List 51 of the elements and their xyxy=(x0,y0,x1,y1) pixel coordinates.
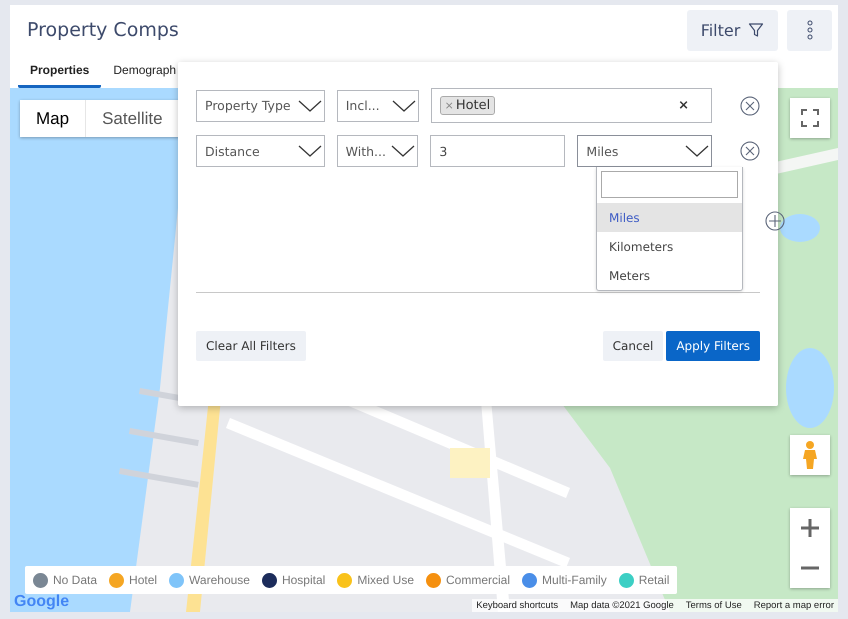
field-dropdown[interactable]: Property Type xyxy=(196,90,325,122)
legend-label: Retail xyxy=(638,573,670,587)
fullscreen-button[interactable] xyxy=(790,98,830,138)
unit-dropdown[interactable]: Miles xyxy=(577,135,712,167)
minus-icon xyxy=(801,566,819,570)
remove-icon[interactable] xyxy=(740,96,760,116)
menu-option[interactable]: Meters xyxy=(597,261,742,290)
remove-icon[interactable] xyxy=(740,141,760,161)
legend-label: Hospital xyxy=(282,573,326,587)
legend-label: Hotel xyxy=(129,573,158,587)
attribution-link[interactable]: Terms of Use xyxy=(686,600,742,611)
attribution-link[interactable]: Report a map error xyxy=(754,600,834,611)
legend-label: Warehouse xyxy=(189,573,250,587)
attribution-link[interactable]: Map data ©2021 Google xyxy=(570,600,674,611)
more-icon xyxy=(806,20,812,40)
person-icon xyxy=(802,440,818,470)
legend-label: No Data xyxy=(53,573,98,587)
map-type-button[interactable]: Map xyxy=(20,100,86,137)
menu-option[interactable]: Kilometers xyxy=(597,232,742,261)
legend-label: Mixed Use xyxy=(357,573,414,587)
operator-dropdown[interactable]: With... xyxy=(336,135,418,167)
zoom-in-button[interactable] xyxy=(790,508,830,548)
operator-dropdown[interactable]: Incl... xyxy=(336,90,419,122)
search-field[interactable] xyxy=(601,171,738,198)
fullscreen-icon xyxy=(801,109,819,127)
chevron-icon xyxy=(685,145,710,157)
plus-icon xyxy=(801,519,819,537)
page-title: Property Comps xyxy=(27,19,179,41)
apply-button[interactable]: Apply Filters xyxy=(666,331,760,361)
distance-field[interactable]: 3 xyxy=(430,135,566,167)
chevron-icon xyxy=(392,100,416,112)
attribution-link[interactable]: Keyboard shortcuts xyxy=(476,600,558,611)
chevron-icon xyxy=(298,145,322,157)
add-icon[interactable] xyxy=(765,211,785,231)
tag-input[interactable]: ×Hotel × xyxy=(430,88,712,123)
cancel-button[interactable]: Cancel xyxy=(602,331,664,361)
filter-icon xyxy=(748,22,764,38)
tab[interactable]: Demograph xyxy=(101,55,176,88)
filter-button[interactable]: Filter xyxy=(687,10,778,50)
map-logo: Google xyxy=(14,593,70,611)
chevron-icon xyxy=(298,100,322,112)
menu-option[interactable]: Miles xyxy=(597,203,742,232)
zoom-out-button[interactable] xyxy=(790,548,830,588)
tag-chip: ×Hotel xyxy=(440,96,496,115)
clear-button[interactable]: × xyxy=(678,98,690,113)
map-type-button[interactable]: Satellite xyxy=(86,100,180,137)
field-dropdown[interactable]: Distance xyxy=(196,135,325,167)
legend-label: Commercial xyxy=(446,573,510,587)
chevron-icon xyxy=(391,145,416,157)
clear-all-button[interactable]: Clear All Filters xyxy=(196,331,306,361)
legend-label: Multi-Family xyxy=(542,573,607,587)
